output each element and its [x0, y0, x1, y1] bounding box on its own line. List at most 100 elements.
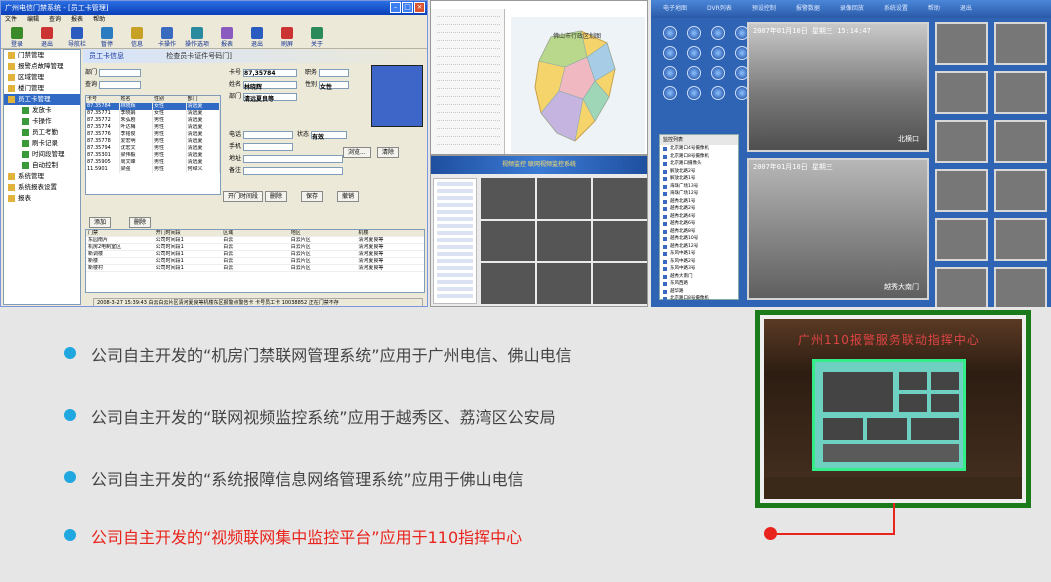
table-row[interactable]: 87.35794 沈宏文 男性 清远夏	[86, 145, 220, 152]
close-icon[interactable]: ×	[414, 2, 425, 13]
ptz-button[interactable]	[711, 46, 725, 60]
camera-thumbnail[interactable]	[994, 71, 1047, 114]
camera-list-item[interactable]: 东风中路3号	[660, 265, 738, 273]
nav-tree-item[interactable]: 发放卡	[4, 105, 80, 116]
camera-list-item[interactable]: 越秀北路12号	[660, 243, 738, 251]
save-button[interactable]: 保存	[301, 191, 324, 202]
ptz-button[interactable]	[663, 46, 677, 60]
camera-list-item[interactable]: 北京路口8号摄像机	[660, 295, 738, 303]
menu-item[interactable]: 报表	[71, 15, 83, 25]
ptz-button[interactable]	[663, 86, 677, 100]
table-row[interactable]: 新调楼 公司时间段1 白云 白云片区 清河夏良等	[86, 251, 424, 258]
browse-button[interactable]: 浏览...	[343, 147, 371, 158]
video-wall-nav-item[interactable]: 系统设置	[884, 0, 908, 18]
card-no-field[interactable]: 卡号 87,35784	[229, 67, 298, 77]
toolbar-button[interactable]: 暂停	[94, 26, 120, 48]
table-row[interactable]: 87.35301 梁伟毅 男性 清远夏	[86, 152, 220, 159]
camera-list-item[interactable]: 解放北路1号	[660, 175, 738, 183]
grid-header-cell[interactable]: 部门	[187, 96, 220, 103]
table-row[interactable]: 11.5901 梁强 男性 何绰义	[86, 166, 220, 173]
camera-thumbnail[interactable]	[994, 169, 1047, 212]
camera-list-item[interactable]: 越秀大南门	[660, 273, 738, 281]
video-tile[interactable]	[481, 220, 535, 262]
camera-list-item[interactable]: 东风西路	[660, 280, 738, 288]
camera-thumbnail[interactable]	[994, 267, 1047, 307]
video-wall-nav-item[interactable]: 报警数据	[796, 0, 820, 18]
cancel-button[interactable]: 撤销	[337, 191, 360, 202]
camera-list-item[interactable]: 解放北路2号	[660, 168, 738, 176]
status-field[interactable]: 状态 有效	[297, 129, 348, 141]
nav-tree-item[interactable]: 员工卡管理	[4, 94, 80, 105]
menu-item[interactable]: 文件	[5, 15, 17, 25]
ptz-button[interactable]	[663, 26, 677, 40]
delete-button[interactable]: 删除	[265, 191, 288, 202]
clear-button[interactable]: 清除	[377, 147, 400, 158]
camera-list-item[interactable]: 越秀北路4号	[660, 213, 738, 221]
title-field[interactable]: 职务	[305, 67, 350, 77]
video-tile[interactable]	[593, 263, 647, 304]
table-row[interactable]: 87.35905 周文峰 男性 清远夏	[86, 159, 220, 166]
nav-tree-item[interactable]: 报表	[4, 193, 80, 204]
ptz-button[interactable]	[711, 26, 725, 40]
ptz-button[interactable]	[687, 46, 701, 60]
dept-field[interactable]: 部门	[85, 67, 142, 77]
open-time-button[interactable]: 开门时间段	[223, 191, 264, 202]
menu-item[interactable]: 帮助	[93, 15, 105, 25]
camera-thumbnail[interactable]	[935, 169, 988, 212]
table-row[interactable]: 87.35771 李晓娟 女性 清远夏	[86, 110, 220, 117]
addr-field[interactable]: 地址	[229, 153, 344, 163]
note-field[interactable]: 备注	[229, 165, 344, 175]
camera-list-item[interactable]: 北京路口4号摄像机	[660, 145, 738, 153]
menu-item[interactable]: 查询	[49, 15, 61, 25]
grid-header-cell[interactable]: 卡号	[86, 96, 120, 103]
video-wall-nav-item[interactable]: 退出	[960, 0, 972, 18]
nav-tree-item[interactable]: 区域管理	[4, 72, 80, 83]
video-tile[interactable]	[481, 178, 535, 219]
nav-tree-item[interactable]: 卡操作	[4, 116, 80, 127]
nav-tree-item[interactable]: 楼门管理	[4, 83, 80, 94]
table-row[interactable]: 87.35774 叶达梅 男性 清远夏	[86, 124, 220, 131]
camera-list-item[interactable]: 北京路口摄像头	[660, 160, 738, 168]
video-tile[interactable]	[537, 178, 591, 219]
camera-thumbnail[interactable]	[935, 71, 988, 114]
grid-header-cell[interactable]: 地区	[289, 230, 357, 236]
video-tile[interactable]	[593, 220, 647, 262]
camera-list-item[interactable]: 越秀北路1号	[660, 198, 738, 206]
grid-header-cell[interactable]: 性别	[153, 96, 187, 103]
table-row[interactable]: 机房2电制室区 公司时间段1 白云 白云片区 清河夏良等	[86, 244, 424, 251]
toolbar-button[interactable]: 关于	[304, 26, 330, 48]
camera-list[interactable]: 监控列表 北京路口4号摄像机 北京路口8号摄像机 北京路口摄像头 解放北路2号 解放北路…	[659, 134, 739, 303]
phone-field[interactable]: 电话	[229, 129, 294, 139]
camera-list-item[interactable]: 越秀北路8号	[660, 228, 738, 236]
nav-tree-item[interactable]: 门禁管理	[4, 50, 80, 61]
camera-thumbnail[interactable]	[935, 120, 988, 163]
video-tile[interactable]	[481, 263, 535, 304]
camera-thumbnail[interactable]	[935, 267, 988, 307]
camera-thumbnail[interactable]	[935, 22, 988, 65]
menu-item[interactable]: 编辑	[27, 15, 39, 25]
table-row[interactable]: 87.35772 朱弘剧 男性 清远夏	[86, 117, 220, 124]
camera-thumbnail[interactable]	[994, 218, 1047, 261]
camera-list-item[interactable]: 越秀北路10号	[660, 235, 738, 243]
grid-header-cell[interactable]: 开门时间段	[154, 230, 222, 236]
table-row[interactable]: 新楼村 公司时间段1 白云 白云片区 清河夏良等	[86, 265, 424, 272]
grid-header-cell[interactable]: 门禁	[86, 230, 154, 236]
grid-header-cell[interactable]: 姓名	[120, 96, 153, 103]
nav-tree-item[interactable]: 报警点故障管理	[4, 61, 80, 72]
ptz-button[interactable]	[687, 26, 701, 40]
camera-list-item[interactable]: 北京路口8号摄像机	[660, 153, 738, 161]
camera-list-item[interactable]: 海珠广场13号	[660, 183, 738, 191]
camera-list-item[interactable]: 越秀北路6号	[660, 220, 738, 228]
video-wall-nav-item[interactable]: 帮助	[928, 0, 940, 18]
video-tile[interactable]	[537, 263, 591, 304]
ptz-button[interactable]	[687, 66, 701, 80]
table-row[interactable]: 新楼 公司时间段1 白云 白云片区 清河夏良等	[86, 258, 424, 265]
camera-list-item[interactable]: 东风中路1号	[660, 250, 738, 258]
camera-list-item[interactable]: 海珠广场12号	[660, 190, 738, 198]
camera-view-1[interactable]: 2007年01月10日 星期三 15:14:47 北横口	[747, 22, 929, 152]
nav-tree-item[interactable]: 自动控制	[4, 160, 80, 171]
table-row[interactable]: 87.35778 爱宏明 男性 清远夏	[86, 138, 220, 145]
video-wall-nav-item[interactable]: 预设控制	[752, 0, 776, 18]
toolbar-button[interactable]: 登录	[4, 26, 30, 48]
name-field[interactable]: 姓名 林晓辉	[229, 79, 298, 91]
